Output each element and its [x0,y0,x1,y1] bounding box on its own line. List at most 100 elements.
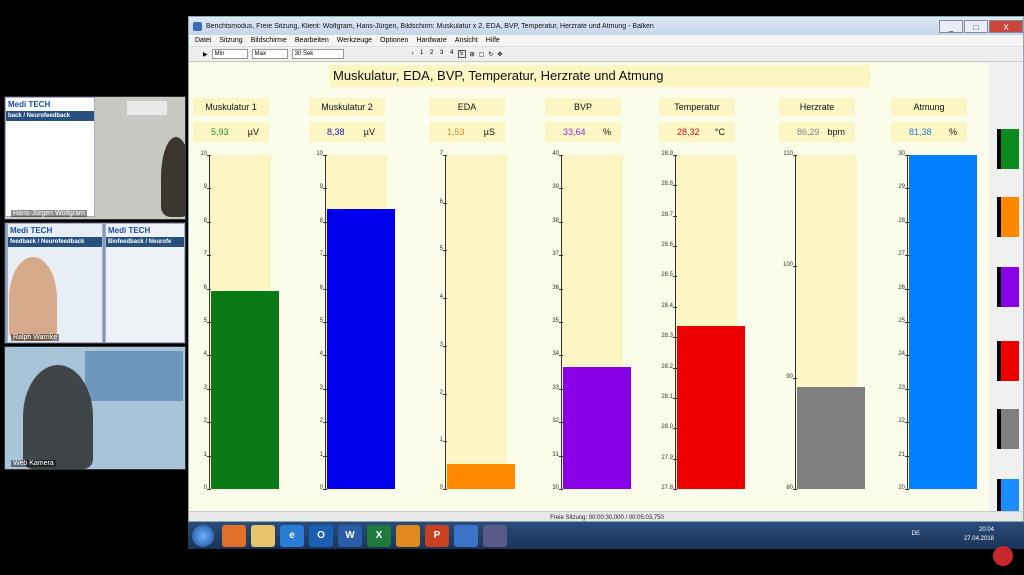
feed-label: Web Kamera [11,460,56,467]
tick-label: 35 [552,318,559,324]
menu-item[interactable]: Bearbeiten [295,37,329,44]
outlook-icon[interactable]: O [309,524,333,547]
tick-label: 28.6 [661,242,673,249]
tick-mark [559,188,563,190]
view-icon[interactable]: ▢ [479,51,485,58]
channel-header: BVP [545,98,621,116]
tick-label: 9 [319,184,323,191]
clock[interactable]: 20:04 27.04.2018 [964,526,994,544]
color-swatch[interactable] [997,197,1019,237]
channel-value-box: 86,29 bpm [779,122,855,142]
tick-label: 20 [898,485,905,491]
close-button[interactable]: X [989,19,1023,33]
tick-label: 33 [552,384,559,391]
taskbar: e O W X P DE 20:04 27.04.2018 [188,522,1024,549]
chart-area [445,155,507,489]
tick-label: 1 [439,437,443,444]
tick-mark [323,188,327,190]
menu-item[interactable]: Sitzung [219,37,242,44]
tick-label: 23 [898,384,905,391]
tick-mark [207,489,211,490]
video-feed-1: Medi TECH back / Neurofeedback Hans-Jürg… [4,96,186,220]
channel-bar [563,367,631,489]
tick-label: 29 [898,184,905,191]
channel-value: 86,29 [797,127,820,137]
menu-item[interactable]: Bildschirme [251,37,287,44]
poster-2: Medi TECH Biofeedback / Neurofe [105,223,185,343]
channel-value: 8,38 [327,127,345,137]
app-icon[interactable] [454,524,478,547]
color-swatch[interactable] [997,129,1019,169]
tick-label: 26 [898,284,905,291]
channel-header: Muskulatur 2 [309,98,385,116]
player-icon[interactable] [396,524,420,547]
tick-label: 0 [319,485,323,491]
tick-mark [207,155,211,156]
prev-icon[interactable]: ‹ [412,51,414,57]
channel-value: 5,93 [211,127,229,137]
fullscreen-icon[interactable]: ✥ [497,51,502,58]
page-button[interactable]: 3 [438,50,446,58]
channel-unit: bpm [827,127,845,137]
tick-label: 7 [439,151,443,157]
channel-header: EDA [429,98,505,116]
menu-item[interactable]: Werkzeuge [337,37,372,44]
tick-mark [559,322,563,323]
app-icon[interactable] [483,524,507,547]
channel-value: 28,32 [677,127,700,137]
tick-label: 28 [898,217,905,224]
menu-item[interactable]: Ansicht [455,37,478,44]
tick-label: 10 [316,151,323,157]
channel-unit: µV [363,127,375,137]
tick-label: 8 [319,217,323,224]
interval-select[interactable]: 30 Sek [291,49,344,59]
tick-mark [673,489,677,490]
menu-item[interactable]: Datei [195,37,211,44]
media-app-icon[interactable] [222,524,246,547]
tick-label: 28.1 [661,393,673,400]
max-input[interactable]: Max [251,49,288,59]
folder-icon[interactable] [251,524,275,547]
color-swatch[interactable] [997,341,1019,381]
tick-label: 4 [319,351,323,358]
menu-item[interactable]: Optionen [380,37,408,44]
menu-item[interactable]: Hardware [416,37,446,44]
channel-header: Herzrate [779,98,855,116]
tick-label: 30 [552,485,559,491]
word-icon[interactable]: W [338,524,362,547]
page-button[interactable]: 4 [448,50,456,58]
excel-icon[interactable]: X [367,524,391,547]
tick-label: 36 [552,284,559,291]
page-button[interactable]: 1 [418,50,426,58]
tick-label: 90 [786,373,793,380]
maximize-button[interactable]: □ [964,19,988,33]
page-button[interactable]: 5 [457,50,466,58]
powerpoint-icon[interactable]: P [425,524,449,547]
language-indicator[interactable]: DE [912,531,920,537]
refresh-icon[interactable]: ↻ [488,51,493,58]
minimize-button[interactable]: _ [939,19,963,33]
page-button[interactable]: 2 [428,50,436,58]
screen: Medi TECH back / Neurofeedback Hans-Jürg… [0,0,1024,575]
tick-label: 38 [552,217,559,224]
person-silhouette [23,365,93,469]
y-axis [675,155,676,489]
tick-mark [559,288,563,290]
min-input[interactable]: Min [211,49,248,59]
color-swatch[interactable] [997,267,1019,307]
start-button[interactable] [192,524,214,547]
tick-mark [559,221,563,223]
tick-label: 28.4 [661,302,673,309]
tick-label: 6 [439,198,443,205]
tick-mark [323,489,327,490]
color-swatch[interactable] [997,409,1019,449]
tick-mark [323,155,327,156]
layout-icon[interactable]: ⊞ [470,51,475,58]
menu-item[interactable]: Hilfe [486,37,500,44]
browser-icon[interactable]: e [280,524,304,547]
tick-mark [443,202,447,204]
play-icon[interactable]: ▶ [203,51,208,58]
tick-label: 6 [319,284,323,291]
channel-value-box: 81,38% [891,122,967,142]
tick-mark [673,185,677,187]
